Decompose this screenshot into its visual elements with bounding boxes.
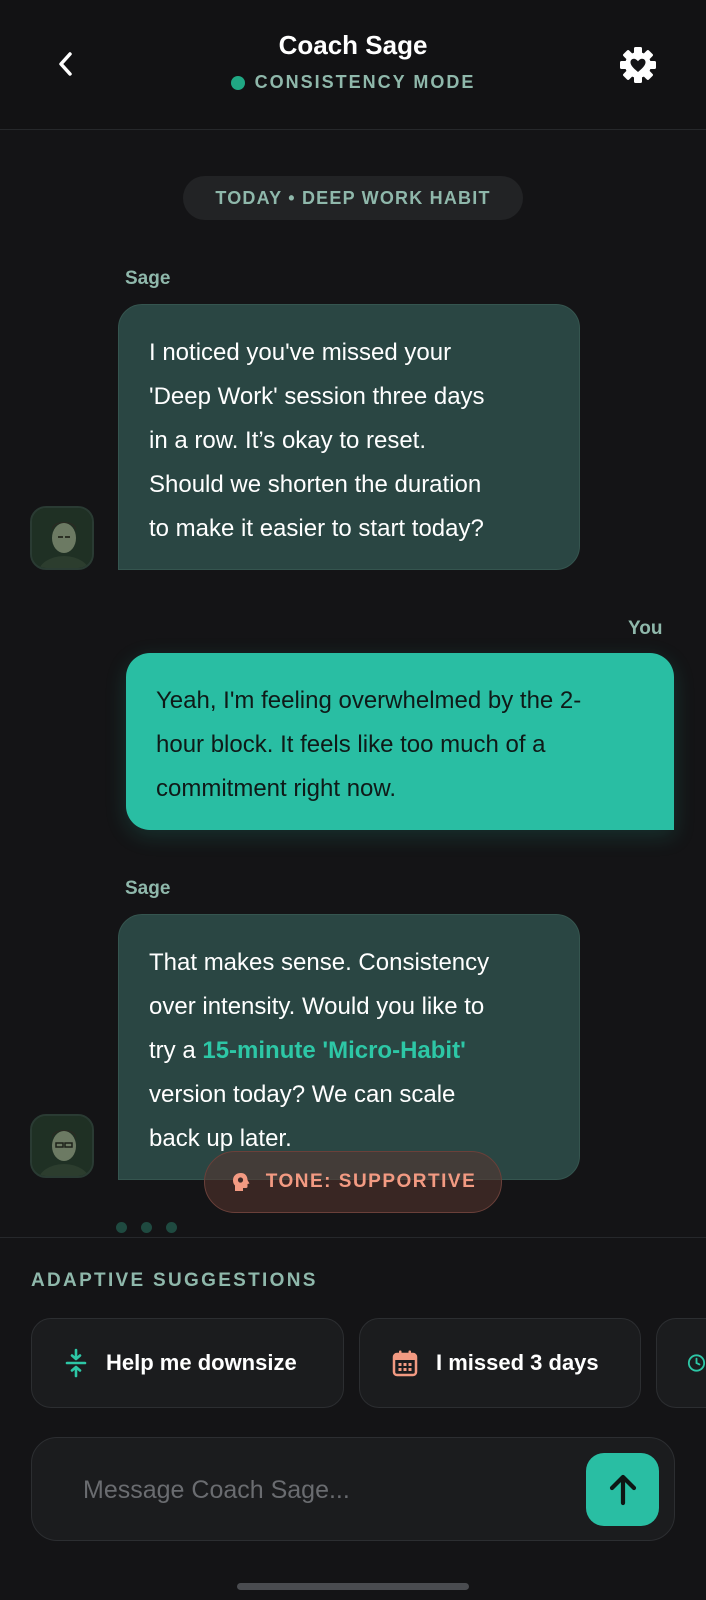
sender-label: Sage [125,268,171,289]
suggestion-chip-more[interactable] [656,1318,706,1408]
settings-button[interactable] [617,44,659,86]
message-line: 'Deep Work' session three days [149,383,485,410]
suggestions-title: ADAPTIVE SUGGESTIONS [31,1270,318,1291]
typing-dot [166,1222,177,1233]
mode-label: CONSISTENCY MODE [254,72,476,92]
message-line: commitment right now. [156,775,397,802]
head-brain-icon [232,1173,250,1191]
message-line: Yeah, I'm feeling overwhelmed by the 2- [156,687,582,714]
suggestion-chip-missed-days[interactable]: I missed 3 days [359,1318,641,1408]
page-title: Coach Sage [278,30,428,60]
typing-dot [116,1222,127,1233]
coach-avatar [30,506,94,570]
status-dot [230,75,245,90]
divider [0,1237,706,1238]
mode-indicator: CONSISTENCY MODE [0,72,706,93]
message-input[interactable] [52,1462,552,1518]
send-button[interactable] [586,1453,659,1526]
user-message-bubble: Yeah, I'm feeling overwhelmed by the 2- … [126,653,674,830]
message-line: I noticed you've missed your [149,339,452,366]
message-line: That makes sense. Consistency [149,949,490,976]
tone-badge: TONE: SUPPORTIVE [204,1151,502,1213]
message-line: try a 15-minute 'Micro-Habit' [149,1029,549,1073]
message-text: try a [149,1037,203,1064]
micro-habit-highlight: 15-minute 'Micro-Habit' [202,1037,466,1064]
avatar-portrait-icon [32,1116,92,1176]
suggestion-label: I missed 3 days [436,1350,599,1375]
message-line: hour block. It feels like too much of a [156,731,546,758]
coach-avatar [30,1114,94,1178]
compress-icon [65,1348,87,1378]
coach-message-bubble: That makes sense. Consistency over inten… [118,914,580,1180]
chat-header: Coach Sage CONSISTENCY MODE [0,0,706,130]
message-line: in a row. It’s okay to reset. [149,427,427,454]
home-indicator [237,1583,469,1590]
suggestion-chip-downsize[interactable]: Help me downsize [31,1318,344,1408]
message-line: over intensity. Would you like to [149,993,485,1020]
message-line: version today? We can scale [149,1081,456,1108]
avatar-portrait-icon [32,508,92,568]
typing-dot [141,1222,152,1233]
typing-indicator [116,1222,177,1233]
suggestion-label: Help me downsize [106,1350,297,1375]
message-composer [31,1437,675,1541]
tone-label: TONE: SUPPORTIVE [265,1171,477,1192]
message-line: to make it easier to start today? [149,515,484,542]
coach-message-bubble: I noticed you've missed your 'Deep Work'… [118,304,580,570]
sender-label: Sage [125,878,171,899]
arrow-up-icon [609,1474,636,1505]
gear-heart-icon [620,47,656,83]
calendar-icon [392,1350,418,1377]
message-line: Should we shorten the duration [149,471,482,498]
date-divider-pill: TODAY • DEEP WORK HABIT [183,176,523,220]
clock-icon [687,1354,706,1372]
sender-label: You [628,618,663,639]
